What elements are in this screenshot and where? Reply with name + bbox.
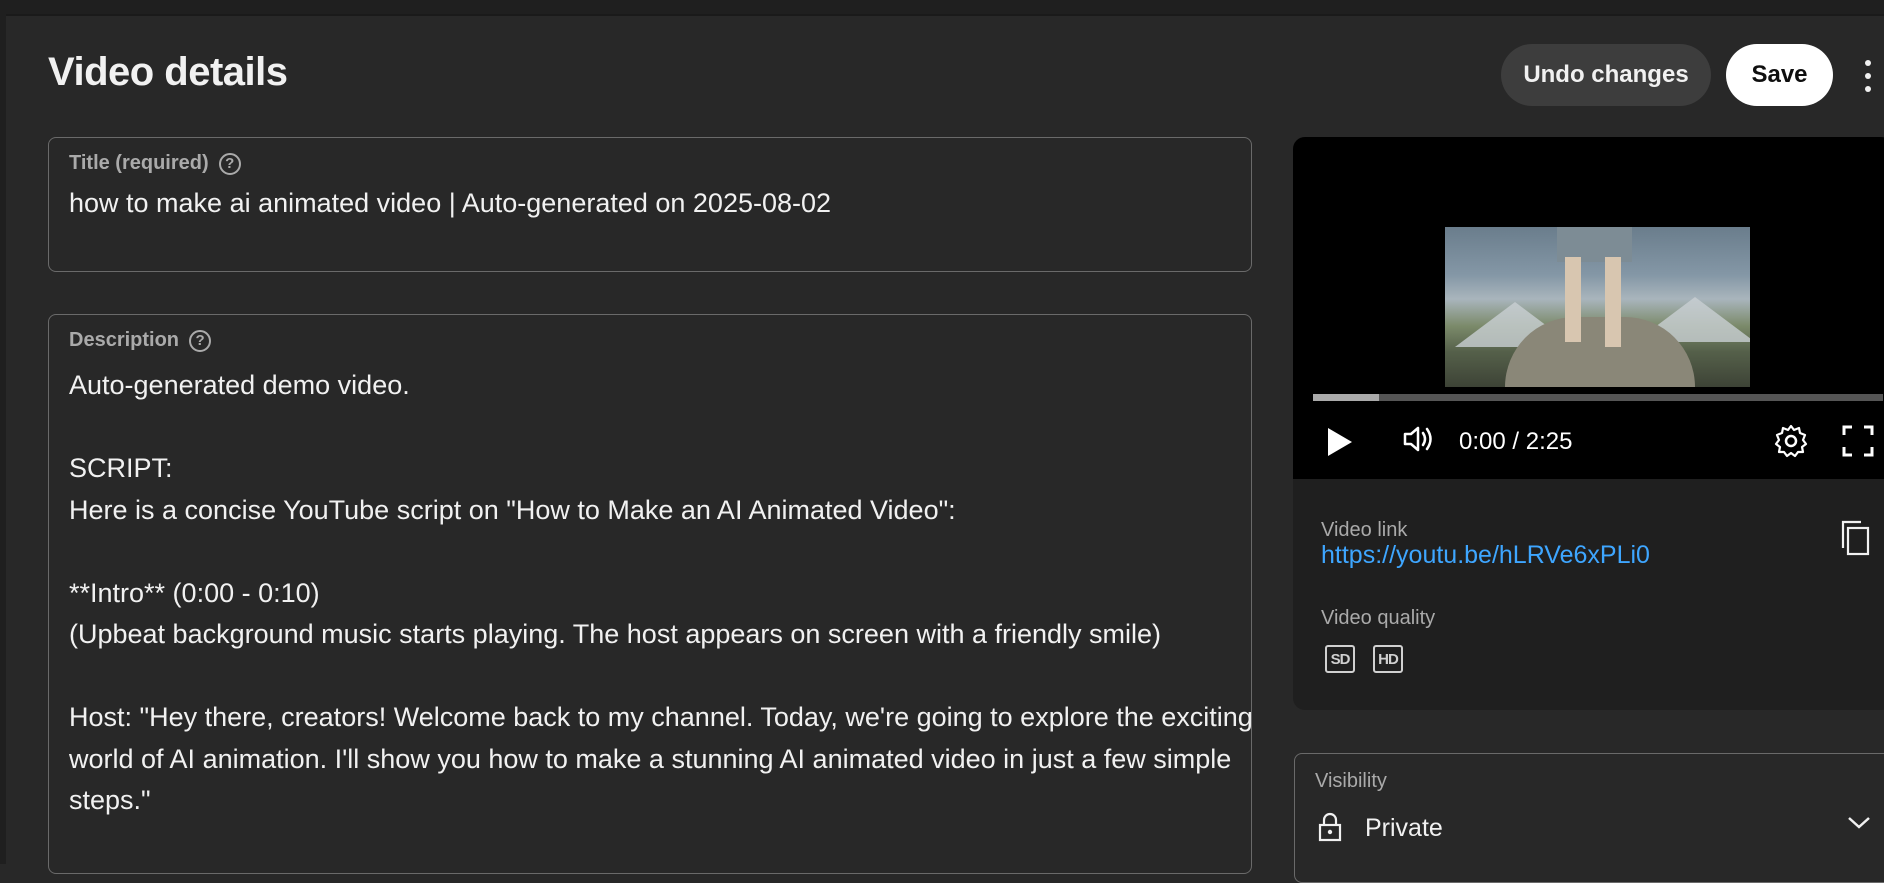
- help-icon[interactable]: ?: [189, 329, 212, 352]
- description-line: (Upbeat background music starts playing.…: [69, 619, 1162, 649]
- left-rail: [0, 0, 6, 864]
- video-link-label: Video link: [1321, 519, 1408, 541]
- video-preview-card: 0:00 / 2:25 Video link https://youtu.be/…: [1293, 137, 1884, 710]
- description-line: Here is a concise YouTube script on "How…: [69, 494, 956, 525]
- description-label: Description: [69, 329, 180, 351]
- description-line: [69, 656, 1239, 698]
- description-textarea[interactable]: Auto-generated demo video. SCRIPT: Here …: [69, 365, 1253, 822]
- description-line: **Intro** (0:00 - 0:10): [69, 577, 320, 608]
- description-line: steps.": [69, 785, 151, 815]
- description-line: world of AI animation. I'll show you how…: [69, 743, 1232, 774]
- description-line: SCRIPT:: [69, 453, 173, 483]
- progress-fill: [1313, 394, 1379, 401]
- video-link[interactable]: https://youtu.be/hLRVe6xPLi0: [1321, 541, 1650, 570]
- page-title: Video details: [48, 50, 288, 94]
- chevron-down-icon[interactable]: [1845, 810, 1873, 834]
- video-player[interactable]: 0:00 / 2:25: [1293, 137, 1884, 479]
- sd-badge-icon: SD: [1325, 645, 1355, 673]
- description-line: [69, 531, 1239, 573]
- progress-bar[interactable]: [1313, 394, 1883, 401]
- title-label: Title (required): [69, 152, 209, 174]
- save-button[interactable]: Save: [1726, 44, 1833, 106]
- title-field[interactable]: Title (required) ? how to make ai animat…: [48, 137, 1252, 272]
- lock-icon: [1318, 812, 1342, 842]
- volume-icon[interactable]: [1401, 422, 1435, 456]
- description-line: Host: "Hey there, creators! Welcome back…: [69, 702, 1253, 732]
- more-vert-icon[interactable]: [1854, 58, 1884, 94]
- description-line: Auto-generated demo video.: [69, 370, 410, 400]
- fullscreen-icon[interactable]: [1841, 424, 1875, 458]
- time-display: 0:00 / 2:25: [1459, 428, 1573, 455]
- visibility-value: Private: [1365, 814, 1443, 842]
- play-icon[interactable]: [1328, 428, 1352, 456]
- video-thumbnail: [1445, 227, 1750, 387]
- undo-changes-button[interactable]: Undo changes: [1501, 44, 1711, 106]
- help-icon[interactable]: ?: [218, 152, 241, 175]
- hd-badge-icon: HD: [1373, 645, 1403, 673]
- description-line: [69, 407, 1239, 449]
- title-input[interactable]: how to make ai animated video | Auto-gen…: [69, 188, 831, 219]
- description-field[interactable]: Description ? Auto-generated demo video.…: [48, 314, 1253, 874]
- video-quality-label: Video quality: [1321, 607, 1436, 629]
- settings-gear-icon[interactable]: [1773, 423, 1809, 459]
- visibility-label: Visibility: [1315, 770, 1387, 792]
- copy-icon[interactable]: [1839, 519, 1871, 557]
- top-app-bar: [0, 0, 1884, 16]
